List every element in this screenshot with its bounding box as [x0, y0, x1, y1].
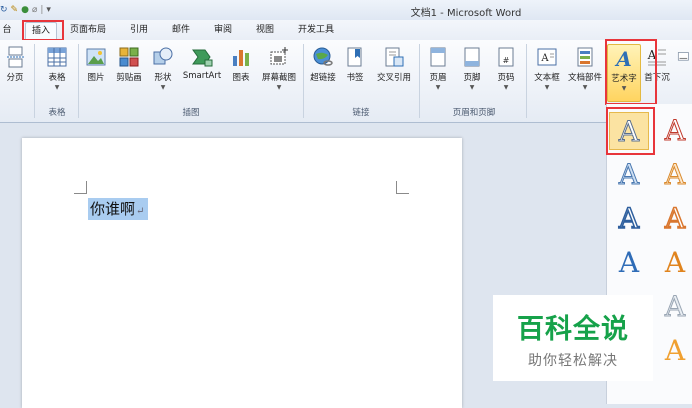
tab-view[interactable]: 视图	[250, 22, 280, 39]
quick-parts-button[interactable]: 文档部件 ▼	[566, 44, 604, 102]
page-number-button[interactable]: # 页码 ▼	[492, 44, 520, 102]
tab-start[interactable]: 台	[0, 22, 14, 39]
wordart-style-silver[interactable]: A	[655, 288, 692, 326]
footer-icon	[464, 47, 480, 67]
wordart-style-blue-outline[interactable]: A	[609, 200, 649, 238]
clip-art-button[interactable]: 剪贴画	[112, 44, 146, 102]
ribbon: 分页 表格 ▼ 表格 图片 剪贴画 形状 ▼ SmartArt 图表 屏幕截图 …	[0, 40, 692, 123]
picture-button[interactable]: 图片	[82, 44, 110, 102]
footer-button[interactable]: 页脚 ▼	[458, 44, 486, 102]
hyperlink-button[interactable]: 超链接	[306, 44, 340, 102]
wordart-style-light-blue[interactable]: A	[609, 156, 649, 194]
smartart-button[interactable]: SmartArt	[180, 44, 224, 102]
table-button[interactable]: 表格 ▼	[40, 44, 74, 102]
tab-developer[interactable]: 开发工具	[292, 22, 340, 39]
tab-review[interactable]: 审阅	[208, 22, 238, 39]
text-box-icon: A	[537, 48, 557, 66]
wordart-button-highlight	[605, 39, 657, 105]
wordart-style-orange-outline[interactable]: A	[655, 200, 692, 238]
group-label-illustrations: 插图	[182, 108, 200, 118]
group-separator	[419, 44, 420, 118]
group-label-header-footer: 页眉和页脚	[452, 108, 496, 118]
clip-art-icon	[119, 47, 139, 67]
header-icon	[430, 47, 446, 67]
crop-mark-top-right	[396, 181, 409, 194]
wordart-style-blue-fill[interactable]: A	[609, 244, 649, 282]
group-separator	[526, 44, 527, 118]
tab-page-layout[interactable]: 页面布局	[64, 22, 112, 39]
wordart-style-light-orange[interactable]: A	[655, 156, 692, 194]
page-break-button[interactable]: 分页	[0, 44, 30, 102]
group-separator	[303, 44, 304, 118]
page-break-icon	[7, 46, 24, 68]
selected-text[interactable]: 你谁啊↵	[88, 198, 149, 220]
table-icon	[47, 47, 67, 67]
picture-icon	[86, 48, 106, 66]
bookmark-icon	[347, 47, 362, 67]
svg-text:#: #	[503, 56, 510, 65]
smartart-icon	[192, 49, 213, 67]
insert-tab-highlight	[22, 20, 64, 41]
bookmark-button[interactable]: 书签	[342, 44, 368, 102]
group-label-table: 表格	[48, 108, 66, 118]
globe-link-icon	[313, 47, 333, 66]
shapes-icon	[153, 47, 173, 65]
crop-mark-top-left	[74, 181, 87, 194]
dropdown-arrow-icon: ▼	[582, 84, 588, 91]
dropdown-arrow-icon: ▼	[54, 84, 60, 91]
dropdown-arrow-icon: ▼	[544, 84, 550, 91]
chart-button[interactable]: 图表	[228, 44, 254, 102]
wordart-style-orange-fill[interactable]: A	[655, 244, 692, 282]
shapes-button[interactable]: 形状 ▼	[150, 44, 176, 102]
window-title: 文档1 - Microsoft Word	[410, 8, 522, 19]
tab-mailings[interactable]: 邮件	[166, 22, 196, 39]
dropdown-arrow-icon: ▼	[276, 84, 282, 91]
dropdown-arrow-icon: ▼	[160, 84, 166, 91]
dropdown-arrow-icon: ▼	[469, 84, 475, 91]
dropdown-arrow-icon: ▼	[435, 84, 441, 91]
header-button[interactable]: 页眉 ▼	[424, 44, 452, 102]
svg-text:A: A	[540, 53, 549, 64]
tab-references[interactable]: 引用	[124, 22, 154, 39]
dropdown-arrow-icon: ▼	[503, 84, 509, 91]
signature-line-icon	[677, 52, 689, 61]
paragraph-mark-icon: ↵	[136, 206, 145, 217]
cross-reference-button[interactable]: 交叉引用	[372, 44, 416, 102]
document-page[interactable]: 你谁啊↵	[22, 138, 462, 408]
group-separator	[34, 44, 35, 118]
wordart-style-gradient-orange[interactable]: A	[655, 332, 692, 370]
screenshot-button[interactable]: 屏幕截图 ▼	[258, 44, 300, 102]
wordart-style-red-outline[interactable]: A	[655, 112, 692, 150]
page-number-icon: #	[498, 47, 514, 67]
group-label-links: 链接	[352, 108, 370, 118]
watermark-logo: 百科全说 助你轻松解决	[493, 295, 653, 381]
wordart-first-style-highlight	[606, 107, 655, 155]
screenshot-icon	[270, 47, 288, 65]
quick-parts-icon	[577, 47, 593, 67]
text-box-button[interactable]: A 文本框 ▼	[530, 44, 564, 102]
bar-chart-icon	[233, 50, 249, 66]
signature-line-button[interactable]	[676, 44, 692, 102]
title-bar: ↻ ✎ ● ⌀ | ▾ 文档1 - Microsoft Word	[0, 0, 692, 20]
ribbon-tabs: 台 插入 页面布局 引用 邮件 审阅 视图 开发工具	[0, 20, 692, 41]
group-separator	[78, 44, 79, 118]
cross-reference-icon	[385, 47, 404, 67]
